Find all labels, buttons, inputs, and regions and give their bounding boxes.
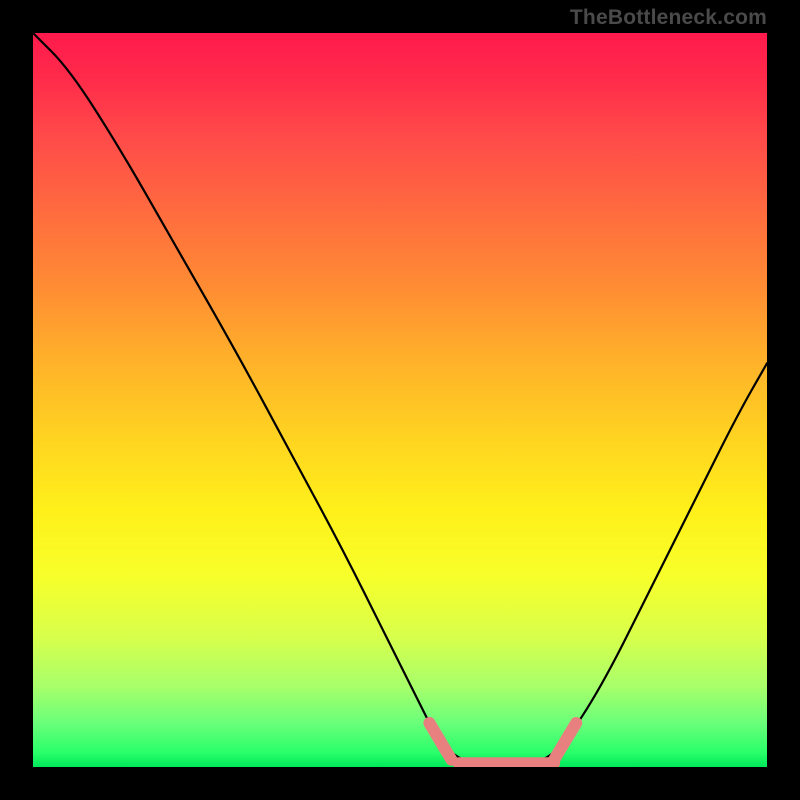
attribution-text: TheBottleneck.com [570,6,767,30]
chart-stage: TheBottleneck.com [0,0,800,800]
highlight-segment [554,723,576,760]
optimal-highlight [429,723,576,763]
bottleneck-curve [33,33,767,767]
curve-layer [33,33,767,767]
plot-area [33,33,767,767]
highlight-segment [429,723,451,760]
